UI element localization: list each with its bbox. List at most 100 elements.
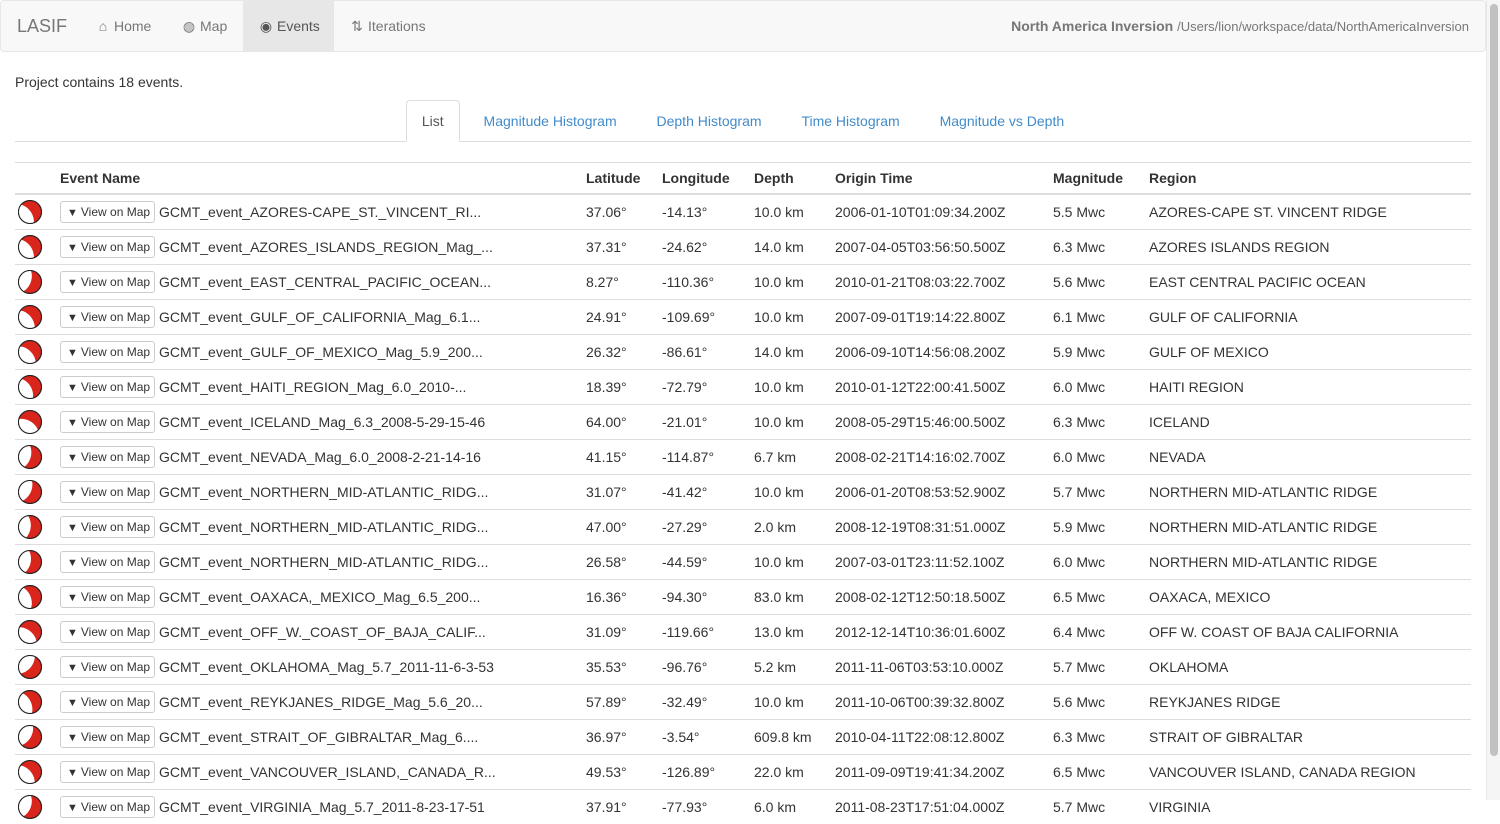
beachball-icon [18, 444, 42, 469]
view-on-map-button[interactable]: ▼ View on Map [60, 515, 156, 538]
map-marker-icon: ▼ [67, 451, 78, 464]
column-header-region[interactable]: Region [1141, 163, 1471, 195]
origin-time-cell: 2010-01-12T22:00:41.500Z [827, 368, 1045, 404]
nav-item-iterations[interactable]: ⇅ Iterations [334, 1, 441, 51]
latitude-cell: 37.31° [578, 228, 654, 264]
map-marker-icon: ▼ [67, 731, 78, 744]
view-on-map-button[interactable]: ▼ View on Map [60, 480, 156, 503]
event-name[interactable]: GCMT_event_STRAIT_OF_GIBRALTAR_Mag_6.... [159, 729, 478, 745]
event-name[interactable]: GCMT_event_VIRGINIA_Mag_5.7_2011-8-23-17… [159, 799, 485, 815]
latitude-cell: 18.39° [578, 368, 654, 404]
event-name[interactable]: GCMT_event_VANCOUVER_ISLAND,_CANADA_R... [159, 764, 496, 780]
view-on-map-button[interactable]: ▼ View on Map [60, 445, 156, 468]
nav-item-home[interactable]: ⌂ Home [80, 1, 166, 51]
longitude-cell: -44.59° [654, 543, 746, 579]
event-name[interactable]: GCMT_event_ICELAND_Mag_6.3_2008-5-29-15-… [159, 414, 485, 430]
view-on-map-button[interactable]: ▼ View on Map [60, 200, 156, 223]
origin-time-cell: 2007-09-01T19:14:22.800Z [827, 298, 1045, 334]
beachball-icon [18, 234, 42, 259]
tab-depth-histogram[interactable]: Depth Histogram [641, 100, 778, 142]
event-name[interactable]: GCMT_event_GULF_OF_MEXICO_Mag_5.9_200... [159, 344, 483, 360]
longitude-cell: -3.54° [654, 718, 746, 754]
nav-label: Map [200, 18, 228, 34]
event-name[interactable]: GCMT_event_AZORES-CAPE_ST._VINCENT_RI... [159, 204, 481, 220]
view-on-map-button[interactable]: ▼ View on Map [60, 235, 156, 258]
origin-time-cell: 2011-08-23T17:51:04.000Z [827, 788, 1045, 824]
event-name[interactable]: GCMT_event_REYKJANES_RIDGE_Mag_5.6_20... [159, 694, 483, 710]
view-on-map-label: View on Map [80, 414, 151, 429]
page-scrollbar[interactable] [1486, 0, 1500, 800]
beachball-icon [18, 479, 42, 504]
event-name[interactable]: GCMT_event_OKLAHOMA_Mag_5.7_2011-11-6-3-… [159, 659, 494, 675]
table-row: ▼ View on Map GCMT_event_OKLAHOMA_Mag_5.7_… [15, 648, 1471, 684]
view-on-map-button[interactable]: ▼ View on Map [60, 410, 156, 433]
tab-list[interactable]: List [405, 100, 460, 142]
longitude-cell: -96.76° [654, 648, 746, 684]
column-header-magnitude[interactable]: Magnitude [1045, 163, 1141, 195]
event-name-cell: ▼ View on Map GCMT_event_OAXACA,_MEXICO_Ma… [52, 578, 578, 614]
event-name-cell: ▼ View on Map GCMT_event_AZORES-CAPE_ST._V… [52, 193, 578, 229]
view-on-map-button[interactable]: ▼ View on Map [60, 375, 156, 398]
column-header-longitude[interactable]: Longitude [654, 163, 746, 195]
view-on-map-button[interactable]: ▼ View on Map [60, 760, 156, 783]
event-name[interactable]: GCMT_event_OAXACA,_MEXICO_Mag_6.5_200... [159, 589, 480, 605]
latitude-cell: 16.36° [578, 578, 654, 614]
column-header-event-name[interactable]: Event Name [52, 163, 578, 195]
view-on-map-button[interactable]: ▼ View on Map [60, 655, 156, 678]
view-on-map-button[interactable]: ▼ View on Map [60, 340, 156, 363]
map-marker-icon: ▼ [67, 416, 78, 429]
column-header-origin-time[interactable]: Origin Time [827, 163, 1045, 195]
event-name[interactable]: GCMT_event_NORTHERN_MID-ATLANTIC_RIDG... [159, 519, 488, 535]
longitude-cell: -72.79° [654, 368, 746, 404]
event-name[interactable]: GCMT_event_HAITI_REGION_Mag_6.0_2010-... [159, 379, 466, 395]
table-row: ▼ View on Map GCMT_event_EAST_CENTRAL_PACI… [15, 263, 1471, 299]
depth-cell: 14.0 km [746, 228, 827, 264]
depth-cell: 6.7 km [746, 438, 827, 474]
event-name[interactable]: GCMT_event_GULF_OF_CALIFORNIA_Mag_6.1... [159, 309, 480, 325]
column-header-depth[interactable]: Depth [746, 163, 827, 195]
beachball-icon [18, 199, 42, 224]
latitude-cell: 26.32° [578, 333, 654, 369]
magnitude-cell: 6.0 Mwc [1045, 543, 1141, 579]
column-header-latitude[interactable]: Latitude [578, 163, 654, 195]
navbar: LASIF ⌂ Home ◍ Map ◉ Events ⇅ Iterations Nor… [0, 0, 1486, 52]
event-name[interactable]: GCMT_event_AZORES_ISLANDS_REGION_Mag_... [159, 239, 493, 255]
map-marker-icon: ▼ [67, 311, 78, 324]
event-name[interactable]: GCMT_event_OFF_W._COAST_OF_BAJA_CALIF... [159, 624, 486, 640]
event-name-cell: ▼ View on Map GCMT_event_REYKJANES_RIDGE_M… [52, 683, 578, 719]
map-marker-icon: ▼ [67, 766, 78, 779]
magnitude-cell: 6.3 Mwc [1045, 403, 1141, 439]
view-on-map-button[interactable]: ▼ View on Map [60, 725, 156, 748]
map-marker-icon: ▼ [67, 381, 78, 394]
tab-magnitude-vs-depth[interactable]: Magnitude vs Depth [924, 100, 1081, 142]
tab-magnitude-histogram[interactable]: Magnitude Histogram [468, 100, 633, 142]
depth-cell: 83.0 km [746, 578, 827, 614]
beachball-icon [18, 374, 42, 399]
event-name[interactable]: GCMT_event_NORTHERN_MID-ATLANTIC_RIDG... [159, 554, 488, 570]
beachball-cell [15, 298, 52, 334]
view-on-map-button[interactable]: ▼ View on Map [60, 305, 156, 328]
view-on-map-button[interactable]: ▼ View on Map [60, 550, 156, 573]
project-path: /Users/lion/workspace/data/NorthAmericaI… [1177, 19, 1469, 34]
nav-item-events[interactable]: ◉ Events [243, 1, 334, 51]
region-cell: EAST CENTRAL PACIFIC OCEAN [1141, 263, 1471, 299]
view-on-map-button[interactable]: ▼ View on Map [60, 690, 156, 713]
scrollbar-thumb[interactable] [1490, 4, 1498, 756]
event-name-cell: ▼ View on Map GCMT_event_NORTHERN_MID-ATLA… [52, 543, 578, 579]
column-header-beachball[interactable] [15, 163, 52, 195]
event-name[interactable]: GCMT_event_EAST_CENTRAL_PACIFIC_OCEAN... [159, 274, 491, 290]
tab-time-histogram[interactable]: Time Histogram [785, 100, 915, 142]
beachball-cell [15, 228, 52, 264]
beachball-icon [18, 269, 42, 294]
view-on-map-button[interactable]: ▼ View on Map [60, 270, 156, 293]
view-on-map-button[interactable]: ▼ View on Map [60, 620, 156, 643]
nav-item-map[interactable]: ◍ Map [166, 1, 242, 51]
event-name[interactable]: GCMT_event_NORTHERN_MID-ATLANTIC_RIDG... [159, 484, 488, 500]
event-name[interactable]: GCMT_event_NEVADA_Mag_6.0_2008-2-21-14-1… [159, 449, 481, 465]
depth-cell: 10.0 km [746, 368, 827, 404]
view-on-map-button[interactable]: ▼ View on Map [60, 795, 156, 818]
view-on-map-button[interactable]: ▼ View on Map [60, 585, 156, 608]
map-marker-icon: ▼ [67, 486, 78, 499]
latitude-cell: 36.97° [578, 718, 654, 754]
brand-logo[interactable]: LASIF [17, 1, 67, 51]
